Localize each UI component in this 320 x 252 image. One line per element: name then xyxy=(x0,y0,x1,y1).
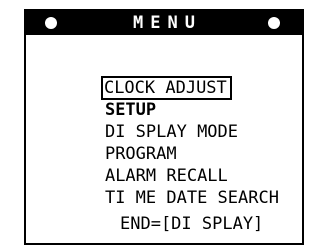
menu-item-clock-adjust[interactable]: CLOCK ADJUST xyxy=(62,55,279,100)
menu-item-program[interactable]: PROGRAM xyxy=(62,121,279,164)
menu-title-bar: MENU xyxy=(26,11,302,35)
footer-hint: END=[DI SPLAY] xyxy=(120,214,264,234)
menu-list: CLOCK ADJUST SETUP DI SPLAY MODE PROGRAM… xyxy=(62,55,279,208)
menu-item-display-mode[interactable]: DI SPLAY MODE xyxy=(62,99,279,142)
menu-item-setup[interactable]: SETUP xyxy=(62,77,279,120)
bullet-icon xyxy=(268,17,280,29)
menu-title: MENU xyxy=(133,13,202,33)
menu-item-alarm-recall[interactable]: ALARM RECALL xyxy=(62,143,279,186)
menu-item-label: TI ME DATE SEARCH xyxy=(104,188,279,208)
menu-item-time-date-search[interactable]: TI ME DATE SEARCH xyxy=(62,165,279,208)
